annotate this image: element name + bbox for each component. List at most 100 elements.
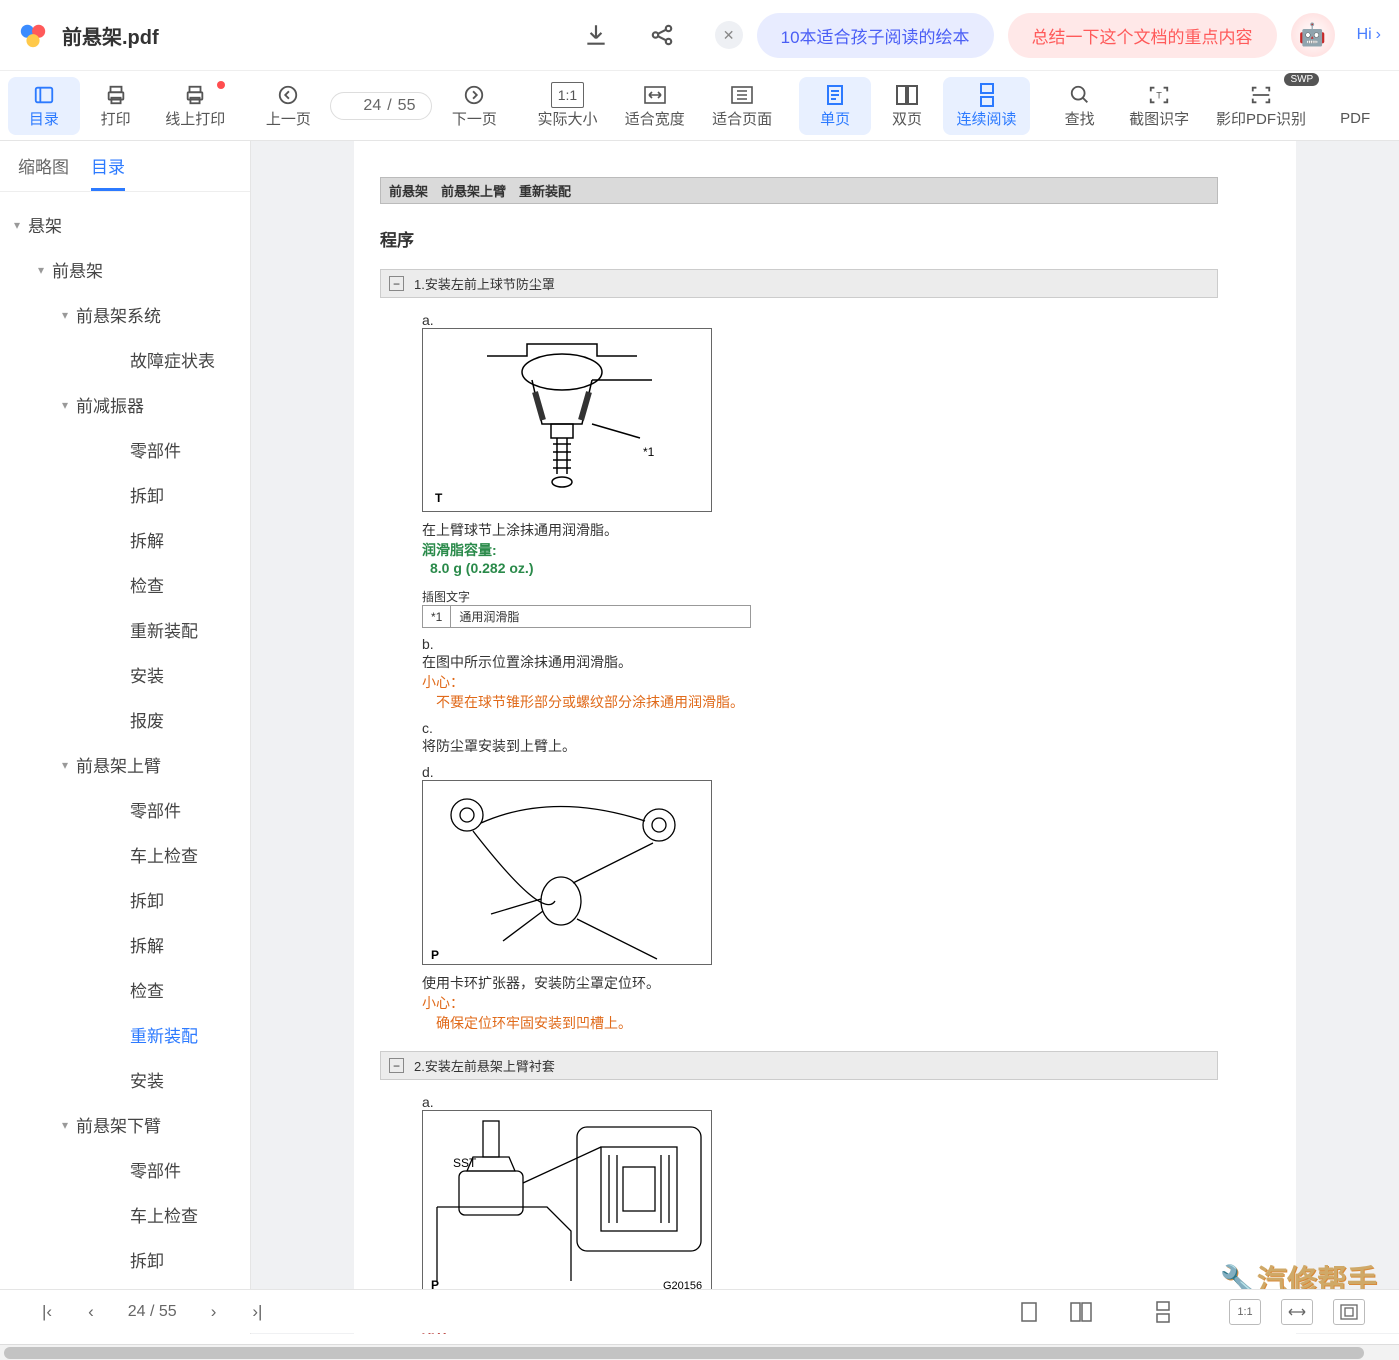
step-label: c. (422, 720, 433, 736)
zoom-fitw-icon[interactable] (1281, 1299, 1313, 1325)
toc-item[interactable]: 车上检查 (0, 1192, 250, 1237)
tree-arrow-icon: ▾ (54, 1118, 76, 1132)
toc-item-label: 前悬架下臂 (76, 1112, 161, 1137)
toc-item[interactable]: 重新装配 (0, 607, 250, 652)
toc-item[interactable]: 拆解 (0, 517, 250, 562)
step-1c-text: 将防尘罩安装到上臂上。 (422, 736, 1270, 756)
step-label: b. (422, 636, 434, 652)
continuous-read-button[interactable]: 连续阅读 (943, 77, 1030, 135)
toc-item[interactable]: 重新装配 (0, 1012, 250, 1057)
toc-item[interactable]: ▾前悬架上臂 (0, 742, 250, 787)
toc-item[interactable]: 故障症状表 (0, 337, 250, 382)
toc-item-label: 检查 (130, 572, 164, 597)
prev-page-icon[interactable]: ‹ (70, 1302, 112, 1322)
toc-item[interactable]: 安装 (0, 652, 250, 697)
toc-item[interactable]: 拆卸 (0, 877, 250, 922)
toc-item[interactable]: ▾前悬架下臂 (0, 1102, 250, 1147)
step-label: a. (422, 1094, 434, 1110)
next-page-icon[interactable]: › (193, 1302, 235, 1322)
step-1d-text: 使用卡环扩张器，安装防尘罩定位环。 (422, 973, 1270, 993)
view-continuous-icon[interactable] (1147, 1299, 1179, 1325)
toc-item[interactable]: 检查 (0, 967, 250, 1012)
pdf-page: 前悬架 前悬架上臂 重新装配 程序 −1.安装左前上球节防尘罩 a. (354, 141, 1296, 1334)
grease-capacity-value: 8.0 g (0.282 oz.) (422, 560, 1270, 576)
grease-capacity-label: 润滑脂容量: (422, 540, 1270, 560)
collapse-icon[interactable]: − (389, 276, 404, 291)
last-page-icon[interactable]: ›| (234, 1302, 280, 1322)
download-icon[interactable] (583, 22, 609, 48)
svg-text:T: T (1156, 91, 1162, 101)
fit-width-button[interactable]: 适合宽度 (611, 77, 698, 135)
first-page-icon[interactable]: |‹ (24, 1302, 70, 1322)
next-page-button[interactable]: 下一页 (438, 77, 510, 135)
toc-item-label: 重新装配 (130, 617, 198, 642)
app-logo (18, 20, 48, 50)
prev-page-button[interactable]: 上一页 (252, 77, 324, 135)
scrollbar-thumb[interactable] (4, 1347, 1364, 1359)
toc-item[interactable]: 报废 (0, 697, 250, 742)
toc-item[interactable]: ▾前悬架 (0, 247, 250, 292)
step-1b: b. 在图中所示位置涂抹通用润滑脂。 小心： 不要在球节锥形部分或螺纹部分涂抹通… (398, 636, 1270, 712)
view-double-icon[interactable] (1065, 1299, 1097, 1325)
toc-item-label: 拆卸 (130, 1247, 164, 1272)
toc-item-label: 前减振器 (76, 392, 144, 417)
ai-hi-label[interactable]: Hi › (1357, 26, 1381, 44)
view-single-icon[interactable] (1013, 1299, 1045, 1325)
toc-item[interactable]: 车上检查 (0, 832, 250, 877)
toolbar: 目录 打印 线上打印 上一页 / 55 下一页 1:1实际大小 适合宽度 适合页… (0, 71, 1399, 141)
svg-text:P: P (431, 948, 439, 962)
fit-page-button[interactable]: 适合页面 (698, 77, 785, 135)
legend-table: *1通用润滑脂 (422, 605, 751, 628)
zoom-11-icon[interactable]: 1:1 (1229, 1299, 1261, 1325)
page-indicator: 24 / 55 (128, 1303, 177, 1321)
toc-item-label: 悬架 (28, 212, 62, 237)
toc-item[interactable]: ▾前减振器 (0, 382, 250, 427)
find-button[interactable]: 查找 (1044, 77, 1116, 135)
step-1-header: −1.安装左前上球节防尘罩 (380, 269, 1218, 298)
toc-item-label: 拆解 (130, 932, 164, 957)
toc-item[interactable]: 拆卸 (0, 472, 250, 517)
tab-thumbnails[interactable]: 缩略图 (18, 153, 69, 191)
toc-item[interactable]: 零部件 (0, 427, 250, 472)
double-page-button[interactable]: 双页 (871, 77, 943, 135)
caution-label: 小心： (422, 672, 1270, 692)
ai-avatar[interactable]: 🤖 (1291, 13, 1335, 57)
toc-item[interactable]: 零部件 (0, 787, 250, 832)
online-print-button[interactable]: 线上打印 (152, 77, 239, 135)
page-current-field[interactable] (347, 97, 381, 115)
toc-item[interactable]: 拆卸 (0, 1237, 250, 1282)
screenshot-ocr-button[interactable]: T截图识字 (1116, 77, 1203, 135)
scan-pdf-button[interactable]: SWP影印PDF识别 (1203, 77, 1319, 135)
caution-text: 确保定位环牢固安装到凹槽上。 (422, 1013, 1270, 1033)
toc-item[interactable]: ▾前悬架系统 (0, 292, 250, 337)
svg-text:SST: SST (453, 1156, 477, 1170)
toc-item-label: 安装 (130, 1067, 164, 1092)
page-number-input[interactable]: / 55 (330, 92, 432, 120)
collapse-icon[interactable]: − (389, 1058, 404, 1073)
document-viewer[interactable]: 前悬架 前悬架上臂 重新装配 程序 −1.安装左前上球节防尘罩 a. (251, 141, 1399, 1334)
ai-suggestion-2[interactable]: 总结一下这个文档的重点内容 (1008, 13, 1277, 58)
toc-item[interactable]: 检查 (0, 562, 250, 607)
pdf-button[interactable]: PDF (1319, 77, 1391, 135)
sidebar-tabs: 缩略图 目录 (0, 141, 250, 192)
toc-item[interactable]: ▾悬架 (0, 202, 250, 247)
ai-suggestion-1[interactable]: 10本适合孩子阅读的绘本 (757, 13, 994, 58)
toc-item-label: 零部件 (130, 437, 181, 462)
actual-size-button[interactable]: 1:1实际大小 (524, 77, 611, 135)
toc-item-label: 前悬架 (52, 257, 103, 282)
toc-item[interactable]: 安装 (0, 1057, 250, 1102)
ai-close-button[interactable]: ✕ (715, 21, 743, 49)
single-page-button[interactable]: 单页 (799, 77, 871, 135)
share-icon[interactable] (649, 22, 675, 48)
svg-text:T: T (435, 491, 443, 505)
toc-item[interactable]: 零部件 (0, 1147, 250, 1192)
print-button[interactable]: 打印 (80, 77, 152, 135)
tree-arrow-icon: ▾ (30, 263, 52, 277)
zoom-fitp-icon[interactable] (1333, 1299, 1365, 1325)
tab-toc[interactable]: 目录 (91, 153, 125, 191)
horizontal-scrollbar[interactable] (0, 1344, 1399, 1360)
figure-1d: P (422, 780, 712, 965)
step-1b-text: 在图中所示位置涂抹通用润滑脂。 (422, 652, 1270, 672)
toc-item[interactable]: 拆解 (0, 922, 250, 967)
toc-button[interactable]: 目录 (8, 77, 80, 135)
